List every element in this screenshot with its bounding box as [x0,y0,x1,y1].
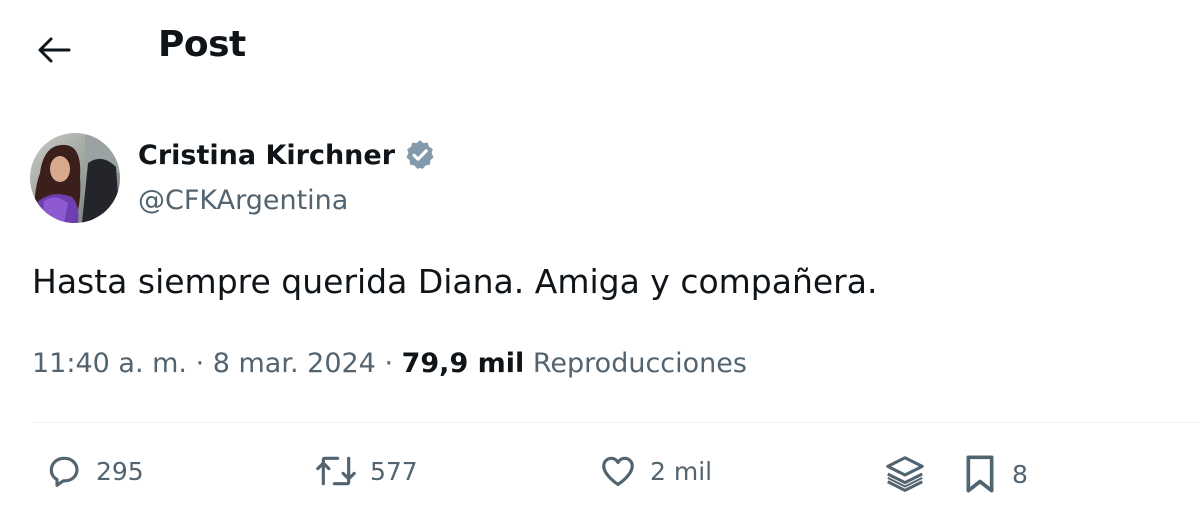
page-title: Post [158,24,246,65]
avatar[interactable] [30,133,120,223]
author-display-name[interactable]: Cristina Kirchner [138,140,395,171]
repost-button[interactable]: 577 [314,452,418,490]
layers-button[interactable] [882,452,928,498]
views-count: 79,9 mil [401,348,525,379]
back-button[interactable] [30,30,78,70]
meta-separator: · [375,348,402,379]
bookmark-button[interactable]: 8 [960,452,1028,496]
profile-photo [30,133,120,223]
bookmark-icon [966,455,994,493]
post-page: Post Cristina Kirchner @CFKArgentina Has… [0,0,1200,530]
verified-badge-icon[interactable] [403,138,437,172]
post-time[interactable]: 11:40 a. m. [32,348,187,379]
heart-icon [602,456,634,487]
post-text: Hasta siempre querida Diana. Amiga y com… [32,262,878,301]
arrow-left-icon [38,37,71,63]
reply-icon [49,456,79,487]
post-date[interactable]: 8 mar. 2024 [213,348,376,379]
like-count: 2 mil [650,456,713,486]
post-metadata: 11:40 a. m. · 8 mar. 2024 · 79,9 mil Rep… [32,348,747,379]
author-name-row: Cristina Kirchner [138,138,437,172]
divider [32,422,1200,423]
views-label: Reproducciones [532,348,747,379]
repost-icon [316,456,356,486]
reply-count: 295 [96,456,144,486]
bookmark-count: 8 [1012,459,1028,489]
like-button[interactable]: 2 mil [598,452,712,490]
repost-count: 577 [370,456,418,486]
meta-separator: · [187,348,213,379]
author-handle[interactable]: @CFKArgentina [138,185,348,216]
reply-button[interactable]: 295 [44,452,144,490]
layers-icon [886,456,924,492]
